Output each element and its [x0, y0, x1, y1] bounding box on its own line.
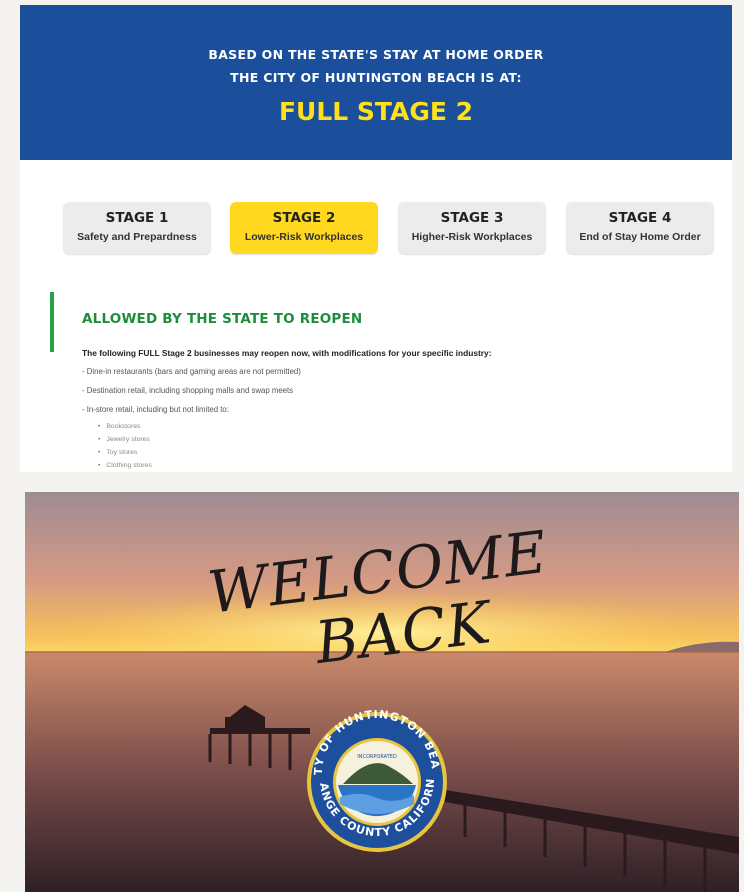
stage-info-panel: STAGE 1 Safety and Prepardness STAGE 2 L… [20, 160, 732, 472]
banner-line-2: THE CITY OF HUNTINGTON BEACH IS AT: [230, 70, 522, 85]
allowed-heading: ALLOWED BY THE STATE TO REOPEN [82, 311, 363, 327]
welcome-back-photo: WELCOME BACK CITY OF HUNTINGTON BEACH OR… [25, 492, 739, 892]
stage-tab-title: STAGE 3 [440, 210, 504, 226]
banner-line-1: BASED ON THE STATE'S STAY AT HOME ORDER [208, 47, 544, 62]
stage-tab-1: STAGE 1 Safety and Prepardness [63, 202, 211, 254]
stage-tab-title: STAGE 2 [272, 210, 336, 226]
current-stage-title: FULL STAGE 2 [278, 97, 474, 126]
stage-tab-title: STAGE 4 [608, 210, 672, 226]
allowed-item: - In-store retail, including but not lim… [82, 405, 229, 414]
sub-item: Clothing stores [98, 462, 151, 469]
allowed-intro: The following FULL Stage 2 businesses ma… [82, 348, 492, 358]
seal-center-text: INCORPORATED [357, 754, 397, 760]
sub-item: Toy stores [98, 449, 137, 456]
stage-tab-subtitle: Lower-Risk Workplaces [244, 231, 364, 243]
sub-item: Bookstores [98, 423, 140, 430]
stage-tab-2: STAGE 2 Lower-Risk Workplaces [230, 202, 378, 254]
stage-tab-subtitle: Safety and Prepardness [77, 231, 197, 243]
stage-tab-3: STAGE 3 Higher-Risk Workplaces [398, 202, 546, 254]
allowed-item: - Destination retail, including shopping… [82, 386, 294, 395]
allowed-item: - Dine-in restaurants (bars and gaming a… [82, 367, 301, 376]
stage-tab-subtitle: Higher-Risk Workplaces [411, 231, 533, 243]
sub-item: Jewelry stores [98, 436, 149, 443]
stage-tab-subtitle: End of Stay Home Order [579, 231, 701, 243]
stage-banner: BASED ON THE STATE'S STAY AT HOME ORDER … [20, 5, 732, 160]
stage-tab-4: STAGE 4 End of Stay Home Order [566, 202, 714, 254]
section-accent-bar [50, 292, 54, 352]
stage-tab-title: STAGE 1 [105, 210, 169, 226]
